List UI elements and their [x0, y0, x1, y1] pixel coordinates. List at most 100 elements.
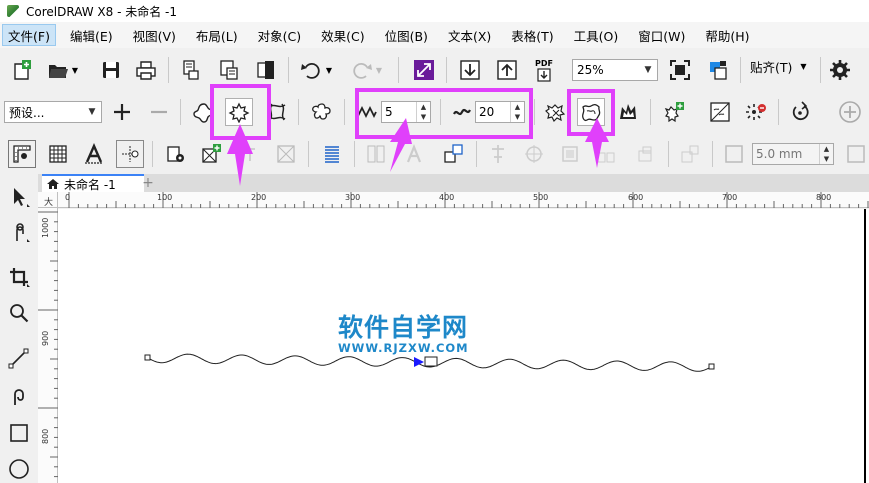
center-button[interactable] [520, 140, 548, 168]
distortion-center-button[interactable] [308, 98, 336, 126]
menu-help[interactable]: 帮助(H) [699, 24, 755, 46]
grid-toggle-button[interactable] [44, 140, 72, 168]
chevron-down-icon: ▼ [800, 62, 807, 71]
local-distortion-button[interactable] [614, 98, 642, 126]
window-title: CorelDRAW X8 - 未命名 -1 [26, 4, 178, 19]
crop-tool[interactable] [6, 264, 32, 290]
cycle-distortion-button[interactable] [786, 98, 814, 126]
guidelines-toggle-button[interactable] [116, 140, 144, 168]
add-preset-button[interactable] [108, 98, 136, 126]
outline-color-button[interactable] [720, 140, 748, 168]
pick-tool[interactable] [6, 184, 32, 210]
group-button[interactable] [556, 140, 584, 168]
break-apart-icon [681, 145, 699, 163]
export-button[interactable] [252, 56, 280, 84]
fill-button[interactable] [842, 140, 869, 168]
convert-to-curves-button[interactable] [742, 98, 770, 126]
zoom-level-combo[interactable]: 25% ▼ [572, 59, 658, 81]
import-button[interactable] [215, 56, 243, 84]
tutorial-arrow-icon [585, 118, 609, 168]
new-document-button[interactable] [8, 56, 36, 84]
menu-file[interactable]: 文件(F) [2, 24, 56, 46]
ellipse-tool[interactable] [6, 456, 32, 482]
add-toolbar-item-button[interactable] [836, 98, 864, 126]
shape-tool[interactable] [6, 219, 32, 245]
open-dropdown-button[interactable]: ▼ [68, 56, 82, 84]
coreldraw-logo-icon [6, 4, 20, 18]
new-tab-button[interactable]: + [140, 175, 156, 191]
preset-combo[interactable]: 预设... ▼ [4, 101, 102, 123]
publish-pdf-button[interactable]: PDF [530, 56, 558, 84]
remove-preset-button[interactable] [145, 98, 173, 126]
full-screen-preview-button[interactable] [666, 56, 694, 84]
toolbar-separator [446, 57, 447, 83]
document-tab[interactable]: 未命名 -1 [42, 174, 144, 192]
bullet-list-icon [325, 146, 339, 163]
outline-width-spinner[interactable]: ▲ ▼ [819, 144, 833, 164]
corel-connect-button[interactable] [410, 56, 438, 84]
rulers-toggle-button[interactable] [8, 140, 36, 168]
break-apart-button[interactable] [676, 140, 704, 168]
menu-edit[interactable]: 编辑(E) [64, 24, 119, 46]
options-button[interactable] [826, 56, 854, 84]
menu-layout[interactable]: 布局(L) [190, 24, 244, 46]
horizontal-ruler-ticks [68, 192, 869, 208]
vertical-ruler[interactable]: 1000 900 800 [38, 208, 58, 483]
menu-bitmaps[interactable]: 位图(B) [379, 24, 434, 46]
menu-object[interactable]: 对象(C) [252, 24, 307, 46]
export-file-button[interactable] [493, 56, 521, 84]
random-distortion-button[interactable] [542, 98, 570, 126]
local-distortion-icon [620, 104, 636, 119]
toolbar-separator [778, 99, 779, 125]
search-content-icon [183, 60, 199, 80]
object-properties-button[interactable] [162, 140, 190, 168]
arrow-up-icon[interactable]: ▲ [824, 145, 829, 153]
arrange-button[interactable] [440, 140, 468, 168]
copy-distortion-icon [664, 102, 684, 123]
bullet-list-button[interactable] [318, 140, 346, 168]
print-button[interactable] [132, 56, 160, 84]
menu-window[interactable]: 窗口(W) [632, 24, 691, 46]
text-snap-button[interactable] [80, 140, 108, 168]
zoom-tool[interactable] [6, 300, 32, 326]
chevron-down-icon[interactable]: ▼ [83, 102, 101, 122]
combine-button[interactable] [632, 140, 660, 168]
menu-tools[interactable]: 工具(O) [568, 24, 625, 46]
menu-view[interactable]: 视图(V) [127, 24, 182, 46]
object-manager-button[interactable] [198, 140, 226, 168]
chevron-down-icon[interactable]: ▼ [639, 60, 657, 80]
corel-connect-icon [414, 60, 434, 80]
redo-dropdown-button[interactable]: ▼ [372, 56, 386, 84]
watermark-title: 软件自学网 [338, 313, 469, 342]
tutorial-arrow-icon [390, 118, 412, 172]
snap-to-dropdown[interactable]: 贴齐(T) ▼ [750, 57, 807, 76]
frame-button[interactable] [272, 140, 300, 168]
new-document-icon [14, 60, 31, 80]
undo-dropdown-button[interactable]: ▼ [322, 56, 336, 84]
undo-button[interactable] [297, 56, 325, 84]
rectangle-tool[interactable] [6, 420, 32, 446]
tutorial-arrow-icon [227, 124, 253, 186]
center-icon [525, 145, 543, 163]
copy-distortion-button[interactable] [660, 98, 688, 126]
line-tool[interactable] [6, 345, 32, 371]
search-content-button[interactable] [177, 56, 205, 84]
import-file-button[interactable] [456, 56, 484, 84]
line-start-node[interactable] [144, 354, 151, 361]
group-icon [562, 146, 578, 162]
outline-width-input[interactable]: 5.0 mm ▲ ▼ [752, 143, 834, 165]
clear-distortion-button[interactable] [706, 98, 734, 126]
align-button[interactable] [484, 140, 512, 168]
distortion-center-handle[interactable] [424, 356, 438, 367]
save-button[interactable] [97, 56, 125, 84]
options-gear-icon [830, 60, 850, 80]
menu-table[interactable]: 表格(T) [505, 24, 559, 46]
ruler-corner[interactable]: 大 [38, 192, 58, 208]
line-end-node[interactable] [708, 363, 715, 370]
curve-tool[interactable] [6, 383, 32, 409]
menu-text[interactable]: 文本(X) [442, 24, 497, 46]
menu-effects[interactable]: 效果(C) [315, 24, 370, 46]
arrow-down-icon[interactable]: ▼ [824, 155, 829, 163]
horizontal-ruler[interactable]: 0 100 200 300 400 500 600 700 800 [58, 192, 869, 208]
application-launcher-button[interactable] [704, 56, 732, 84]
